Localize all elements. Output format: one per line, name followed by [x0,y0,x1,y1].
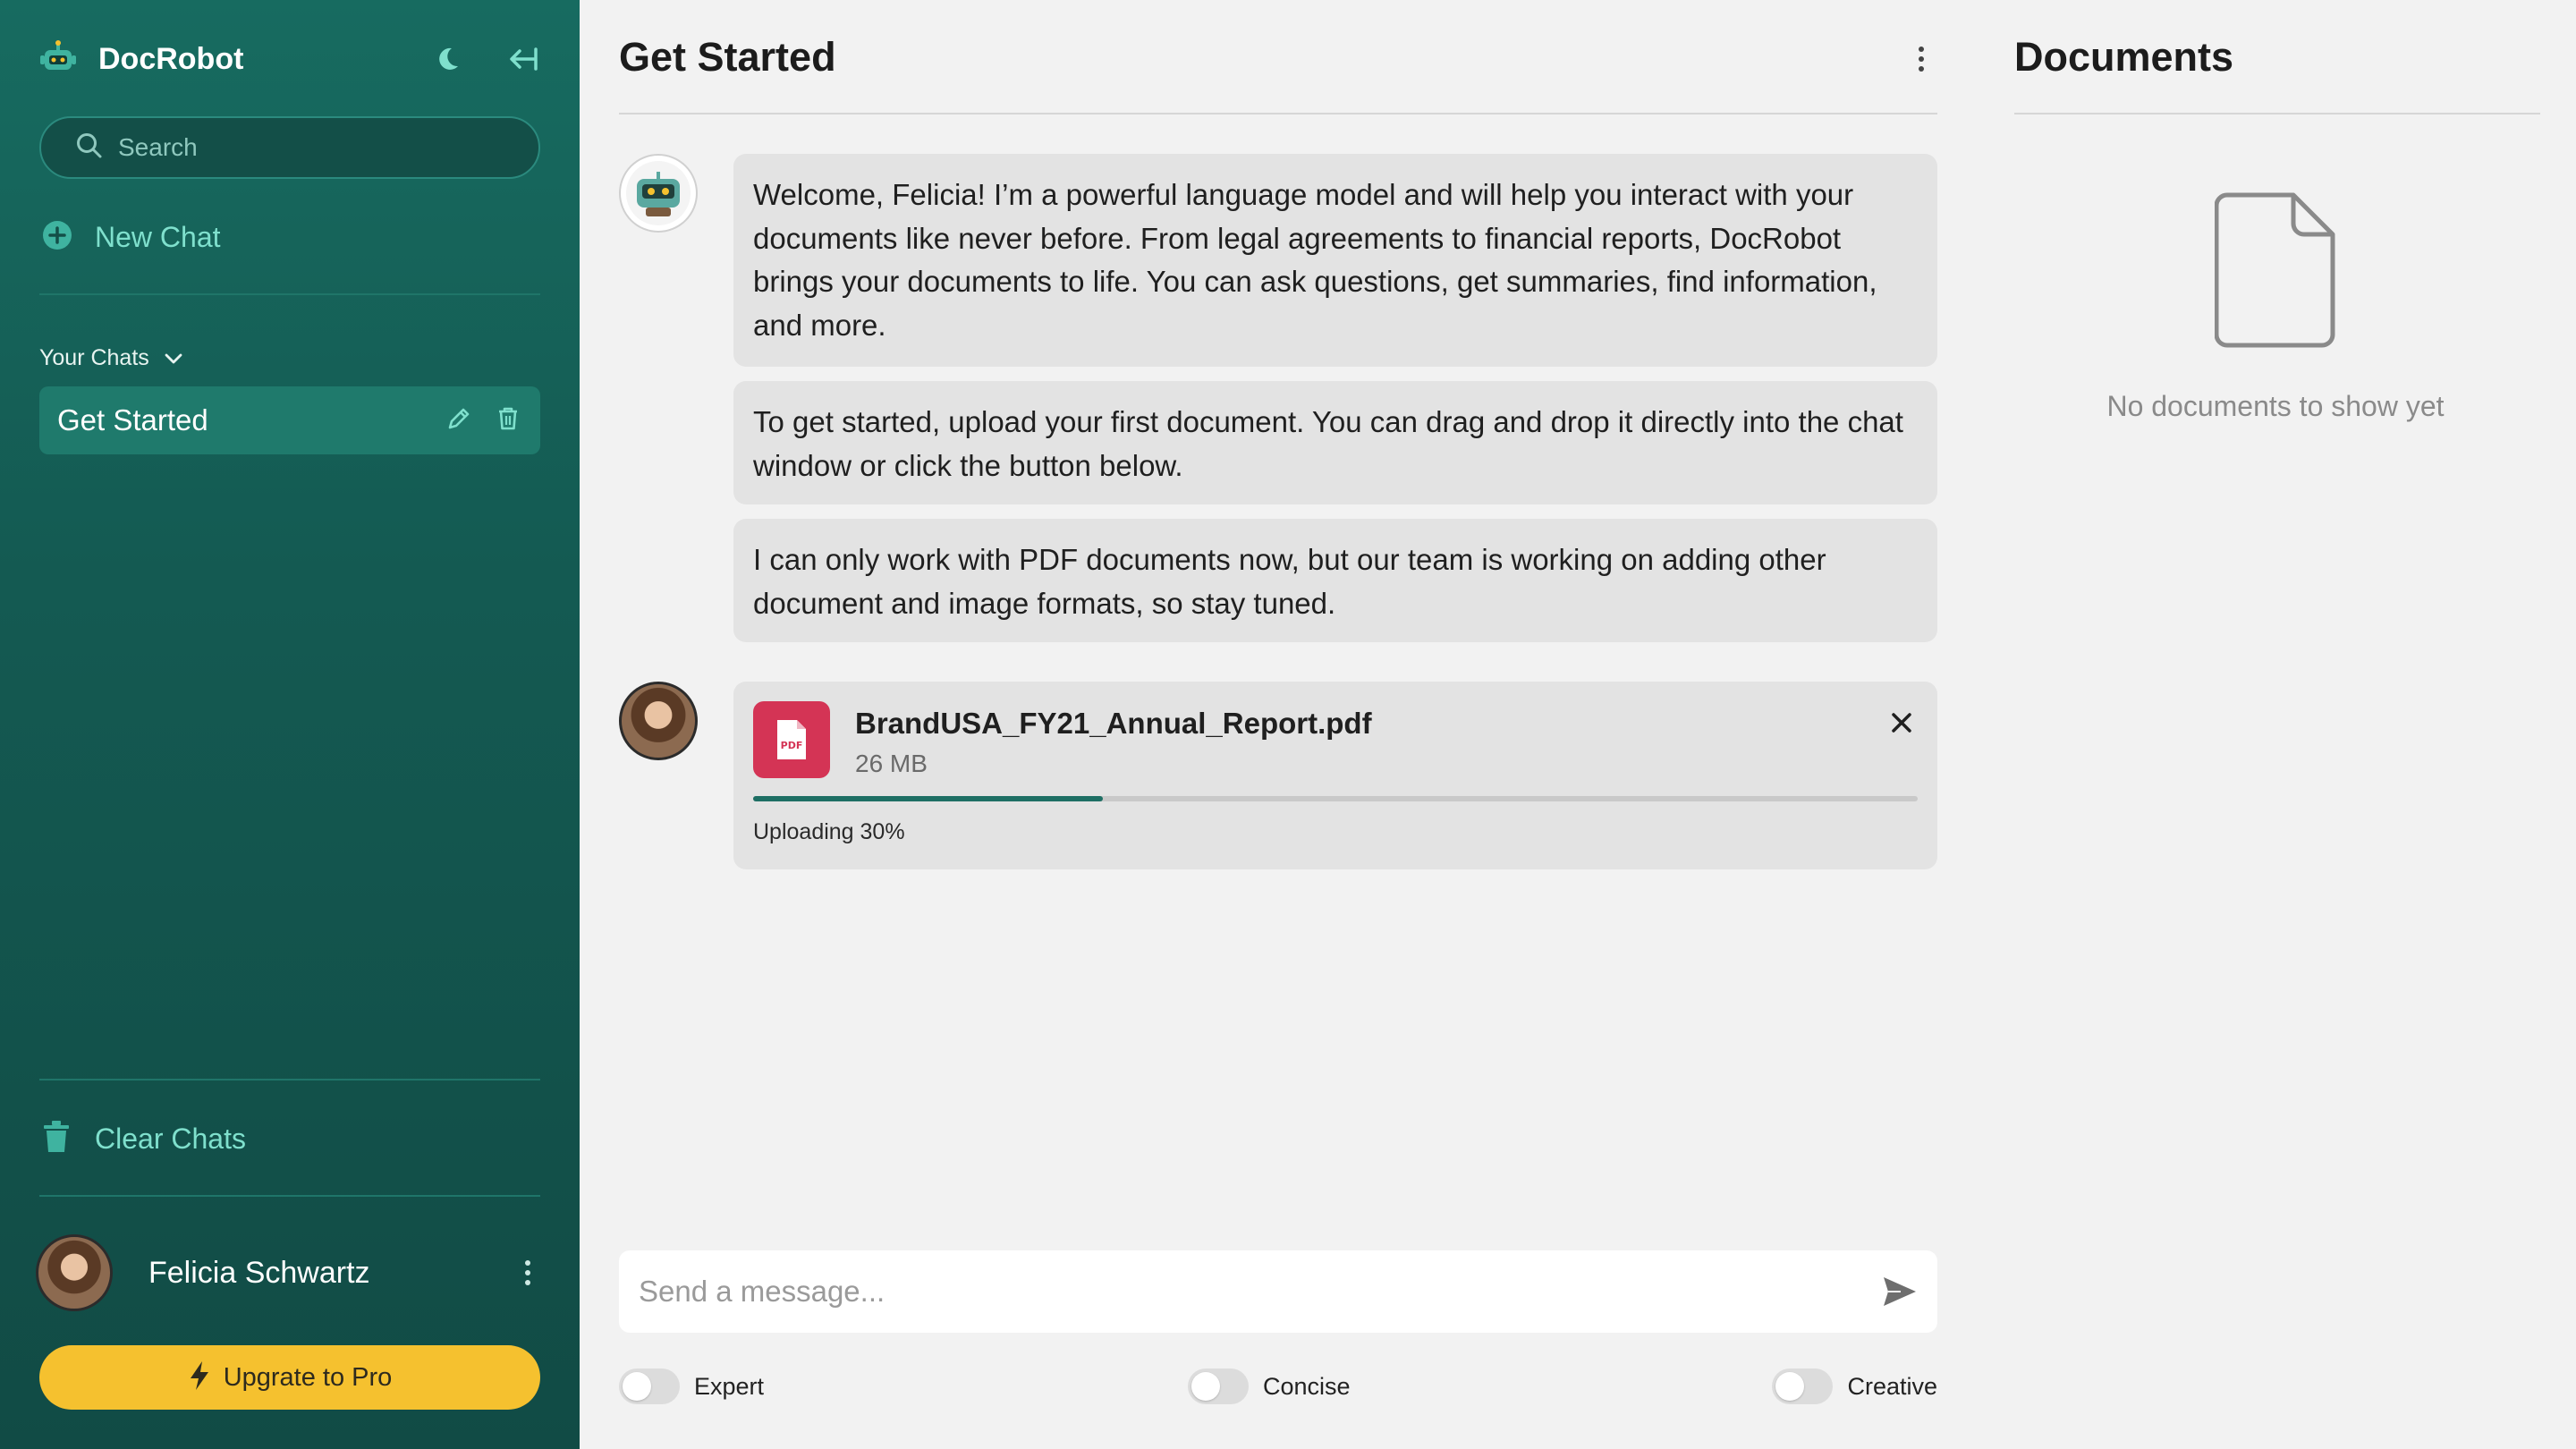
mode-toggles: Expert Concise Creative [619,1368,1937,1413]
your-chats-label: Your Chats [39,345,149,370]
toggle-label: Expert [694,1372,765,1400]
avatar[interactable] [36,1234,113,1311]
sidebar-divider [39,293,540,295]
bot-message: I can only work with PDF documents now, … [733,519,1937,642]
send-icon[interactable] [1880,1272,1919,1311]
upload-status: Uploading 30% [753,819,905,844]
user-profile: Felicia Schwartz [36,1233,546,1313]
toggle-label: Creative [1847,1372,1937,1400]
toggle-switch[interactable] [619,1368,680,1404]
trash-icon[interactable] [496,405,521,436]
clear-chats-label: Clear Chats [95,1123,246,1155]
pdf-file-icon: PDF [753,701,830,778]
moon-icon[interactable] [429,41,465,77]
toggle-creative[interactable]: Creative [1772,1368,1937,1404]
brand: DocRobot [39,39,243,80]
new-chat-button[interactable]: New Chat [41,219,221,256]
documents-panel: Documents No documents to show yet [1975,0,2576,1449]
sidebar-item-get-started[interactable]: Get Started [39,386,540,454]
toggle-expert[interactable]: Expert [619,1368,764,1404]
user-name: Felicia Schwartz [148,1255,370,1290]
robot-icon [39,39,77,80]
upgrade-button[interactable]: Upgrate to Pro [39,1345,540,1410]
header-divider [619,113,1937,114]
your-chats-toggle[interactable]: Your Chats [39,345,183,371]
empty-state-text: No documents to show yet [2106,390,2445,422]
empty-document-icon [2214,191,2336,353]
chevron-down-icon [164,345,183,371]
chat-panel: Get Started Welcome, Felicia! I’m a powe… [580,0,1975,1449]
chat-item-label: Get Started [57,403,208,436]
toggle-switch[interactable] [1188,1368,1249,1404]
pencil-icon[interactable] [445,405,472,436]
toggle-concise[interactable]: Concise [1188,1368,1351,1404]
search-input[interactable] [118,133,512,162]
search-box [39,116,540,179]
bot-avatar [619,154,698,233]
chat-item-actions [445,405,521,436]
robot-icon [626,161,691,225]
sidebar-divider [39,1079,540,1080]
plus-circle-icon [41,219,73,256]
file-upload-card: PDF BrandUSA_FY21_Annual_Report.pdf 26 M… [733,682,1937,869]
kebab-icon[interactable] [510,1255,546,1291]
upgrade-label: Upgrate to Pro [223,1362,393,1392]
sidebar-divider [39,1195,540,1197]
trash-icon [41,1120,72,1158]
bot-message: Welcome, Felicia! I’m a powerful languag… [733,154,1937,367]
header-divider [2014,113,2540,114]
page-title: Get Started [619,34,836,80]
toggle-label: Concise [1263,1372,1351,1400]
close-icon[interactable] [1884,705,1919,741]
upload-progress-fill [753,796,1103,801]
message-input[interactable] [639,1275,1880,1309]
toggle-switch[interactable] [1772,1368,1834,1404]
upload-progress-bar [753,796,1918,801]
sidebar-top-actions [429,41,540,77]
kebab-icon[interactable] [1903,41,1939,77]
app-name: DocRobot [98,42,244,76]
search-icon [75,131,104,165]
new-chat-label: New Chat [95,221,221,253]
message-composer [619,1250,1937,1333]
collapse-sidebar-icon[interactable] [504,41,540,77]
avatar [619,682,698,760]
file-size: 26 MB [855,750,928,777]
pdf-badge-text: PDF [781,740,803,751]
file-name: BrandUSA_FY21_Annual_Report.pdf [855,707,1372,740]
clear-chats-button[interactable]: Clear Chats [41,1120,246,1158]
lightning-icon [188,1360,211,1395]
bot-message: To get started, upload your first docume… [733,381,1937,504]
documents-title: Documents [2014,34,2234,80]
sidebar: DocRobot New Chat Your Chats Get Started [0,0,580,1449]
